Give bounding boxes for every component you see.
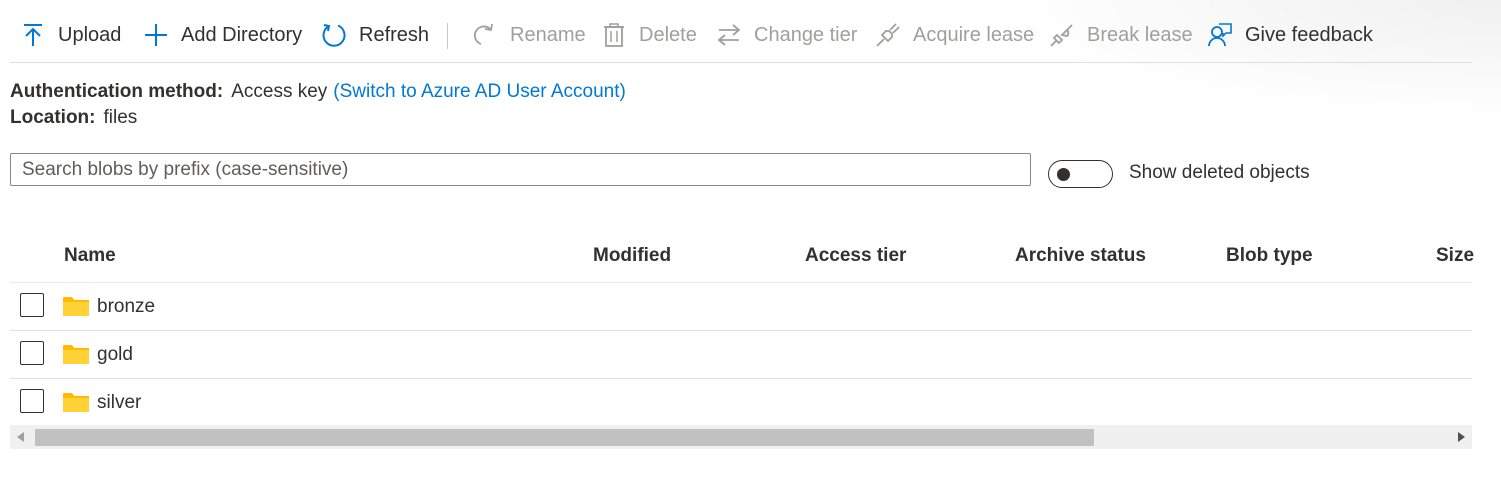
upload-button[interactable]: Upload [20,10,121,60]
refresh-icon [322,24,346,47]
give-feedback-label: Give feedback [1245,23,1373,46]
break-lease-label: Break lease [1087,23,1193,46]
change-tier-label: Change tier [754,23,858,46]
table-row[interactable]: bronze [10,283,1472,331]
auth-method-value: Access key [231,81,328,102]
column-header-archive-status[interactable]: Archive status [1015,245,1146,267]
row-checkbox[interactable] [20,341,44,365]
search-box [10,153,1031,186]
show-deleted-toggle[interactable] [1048,160,1113,188]
location-line: Location: files [10,107,137,129]
change-tier-button[interactable]: Change tier [716,10,857,60]
swap-arrows-icon [717,24,741,46]
rename-label: Rename [510,23,586,46]
acquire-lease-button[interactable]: Acquire lease [875,10,1034,60]
refresh-label: Refresh [359,23,430,46]
folder-icon [63,345,89,364]
scroll-left-arrow-icon[interactable] [14,430,28,444]
table-row[interactable]: gold [10,331,1472,379]
plus-icon [145,24,167,46]
blob-table: Name Modified Access tier Archive status… [10,233,1474,427]
column-header-access-tier[interactable]: Access tier [805,245,906,267]
toolbar-separator [447,23,448,49]
feedback-person-icon [1208,23,1232,47]
table-row[interactable]: silver [10,379,1472,427]
auth-method-line: Authentication method: Access key (Switch … [10,81,626,103]
row-checkbox[interactable] [20,293,44,317]
rename-button[interactable]: Rename [472,10,586,60]
row-name-link[interactable]: bronze [97,296,155,318]
scroll-right-arrow-icon[interactable] [1454,430,1468,444]
add-directory-label: Add Directory [181,23,303,46]
folder-icon [63,393,89,412]
delete-button[interactable]: Delete [601,10,697,60]
switch-auth-link[interactable]: (Switch to Azure AD User Account) [333,81,626,102]
folder-icon [63,297,89,316]
break-lease-button[interactable]: Break lease [1049,10,1193,60]
auth-method-label: Authentication method: [10,81,224,102]
delete-label: Delete [639,23,697,46]
rename-icon [473,23,493,45]
table-header: Name Modified Access tier Archive status… [10,233,1474,283]
row-checkbox[interactable] [20,389,44,413]
horizontal-scrollbar[interactable] [10,425,1472,449]
column-header-name[interactable]: Name [64,245,116,267]
column-header-size[interactable]: Size [1436,245,1474,267]
column-header-modified[interactable]: Modified [593,245,671,267]
trash-icon [604,23,624,47]
toggle-knob [1057,168,1070,181]
command-bar: Upload Add Directory Refresh Rename Dele [10,10,1472,63]
add-directory-button[interactable]: Add Directory [143,10,302,60]
search-input[interactable] [11,154,1030,185]
upload-label: Upload [58,23,122,46]
scrollbar-thumb[interactable] [35,429,1094,446]
acquire-lease-label: Acquire lease [913,23,1035,46]
upload-arrow-icon [24,24,42,46]
refresh-button[interactable]: Refresh [321,10,429,60]
row-name-link[interactable]: gold [97,344,133,366]
give-feedback-button[interactable]: Give feedback [1207,10,1373,60]
location-label: Location: [10,107,96,128]
show-deleted-label: Show deleted objects [1129,162,1310,183]
broken-plug-icon [1050,24,1073,47]
column-header-blob-type[interactable]: Blob type [1226,245,1313,267]
location-value: files [103,107,138,128]
plug-icon [876,23,900,47]
row-name-link[interactable]: silver [97,392,141,414]
